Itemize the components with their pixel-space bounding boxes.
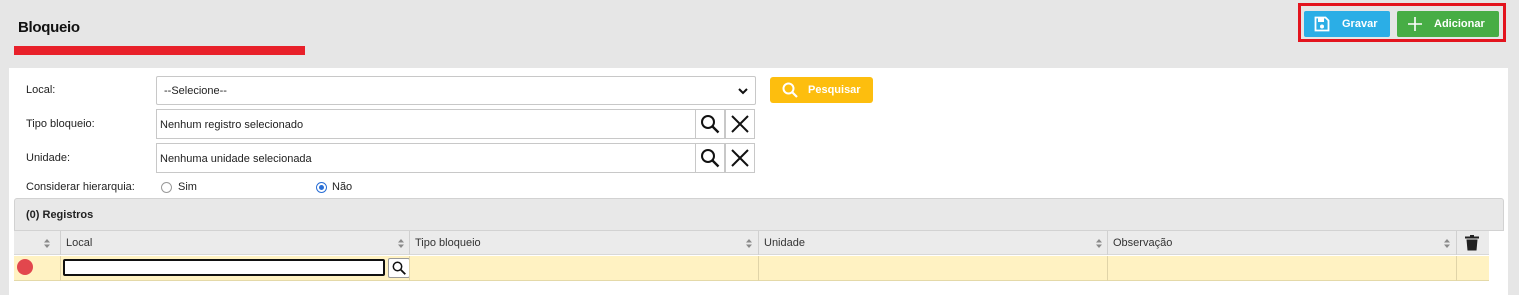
- col-status[interactable]: [14, 231, 60, 255]
- toolbar: Gravar Adicionar: [1298, 3, 1506, 42]
- unidade-value: Nenhuma unidade selecionada: [160, 153, 312, 165]
- unidade-label: Unidade:: [26, 152, 71, 164]
- hierarquia-nao-label: Não: [332, 181, 353, 193]
- title-underline: [14, 46, 305, 55]
- search-icon: [701, 115, 720, 134]
- tipo-bloqueio-label: Tipo bloqueio:: [26, 118, 95, 130]
- row-local-input[interactable]: [63, 259, 385, 276]
- hierarquia-sim-label: Sim: [178, 181, 197, 193]
- save-button-label: Gravar: [1342, 18, 1378, 30]
- col-observacao-label: Observação: [1113, 237, 1173, 249]
- tipo-bloqueio-value: Nenhum registro selecionado: [160, 119, 304, 131]
- row-local-search-button[interactable]: [388, 258, 410, 278]
- trash-icon: [1465, 235, 1479, 251]
- grid-record-count: (0) Registros: [26, 209, 94, 221]
- hierarquia-nao-radio[interactable]: [316, 182, 327, 193]
- grid-column-header-row: Local Tipo bloqueio Unidade Observação: [14, 231, 1489, 255]
- col-local-label: Local: [66, 237, 93, 249]
- sort-icon: [1444, 239, 1450, 248]
- search-icon: [782, 82, 798, 98]
- save-button[interactable]: Gravar: [1304, 11, 1390, 37]
- hierarquia-sim-radio[interactable]: [161, 182, 172, 193]
- hierarquia-label: Considerar hierarquia:: [26, 181, 135, 193]
- unidade-search-button[interactable]: [695, 143, 725, 173]
- tipo-bloqueio-field: Nenhum registro selecionado: [156, 109, 696, 139]
- col-delete[interactable]: [1456, 231, 1489, 255]
- search-icon: [701, 149, 720, 168]
- local-select-value: --Selecione--: [164, 85, 227, 97]
- status-indicator: [17, 259, 33, 275]
- local-select[interactable]: --Selecione--: [156, 76, 756, 105]
- sort-icon: [746, 239, 752, 248]
- tipo-bloqueio-search-button[interactable]: [695, 109, 725, 139]
- filter-panel: Local: --Selecione-- Pesquisar Tipo bloq…: [9, 68, 1508, 295]
- row-unidade-cell[interactable]: [758, 256, 1107, 281]
- floppy-disk-icon: [1314, 16, 1330, 32]
- grid-header: (0) Registros: [14, 198, 1504, 231]
- sort-icon: [398, 239, 404, 248]
- col-observacao[interactable]: Observação: [1107, 231, 1456, 255]
- col-local[interactable]: Local: [60, 231, 409, 255]
- row-tipo-bloqueio-cell[interactable]: [409, 256, 758, 281]
- hierarquia-row: Considerar hierarquia: Sim Não: [26, 181, 526, 195]
- search-button-label: Pesquisar: [808, 84, 861, 96]
- add-button-label: Adicionar: [1434, 18, 1485, 30]
- row-delete-cell[interactable]: [1456, 256, 1489, 281]
- sort-icon: [44, 239, 50, 248]
- plus-icon: [1408, 17, 1422, 31]
- page-title: Bloqueio: [18, 19, 80, 36]
- row-observacao-cell[interactable]: [1107, 256, 1456, 281]
- search-icon: [392, 261, 406, 275]
- search-button[interactable]: Pesquisar: [770, 77, 873, 103]
- add-button[interactable]: Adicionar: [1397, 11, 1499, 37]
- unidade-clear-button[interactable]: [725, 143, 755, 173]
- col-unidade-label: Unidade: [764, 237, 805, 249]
- col-tipo-bloqueio-label: Tipo bloqueio: [415, 237, 481, 249]
- close-icon: [731, 115, 749, 133]
- chevron-down-icon: [738, 88, 748, 95]
- col-tipo-bloqueio[interactable]: Tipo bloqueio: [409, 231, 758, 255]
- tipo-bloqueio-clear-button[interactable]: [725, 109, 755, 139]
- table-row[interactable]: [14, 256, 1489, 281]
- local-label: Local:: [26, 84, 56, 96]
- row-status-cell: [14, 256, 60, 281]
- close-icon: [731, 149, 749, 167]
- unidade-field: Nenhuma unidade selecionada: [156, 143, 696, 173]
- sort-icon: [1096, 239, 1102, 248]
- col-unidade[interactable]: Unidade: [758, 231, 1107, 255]
